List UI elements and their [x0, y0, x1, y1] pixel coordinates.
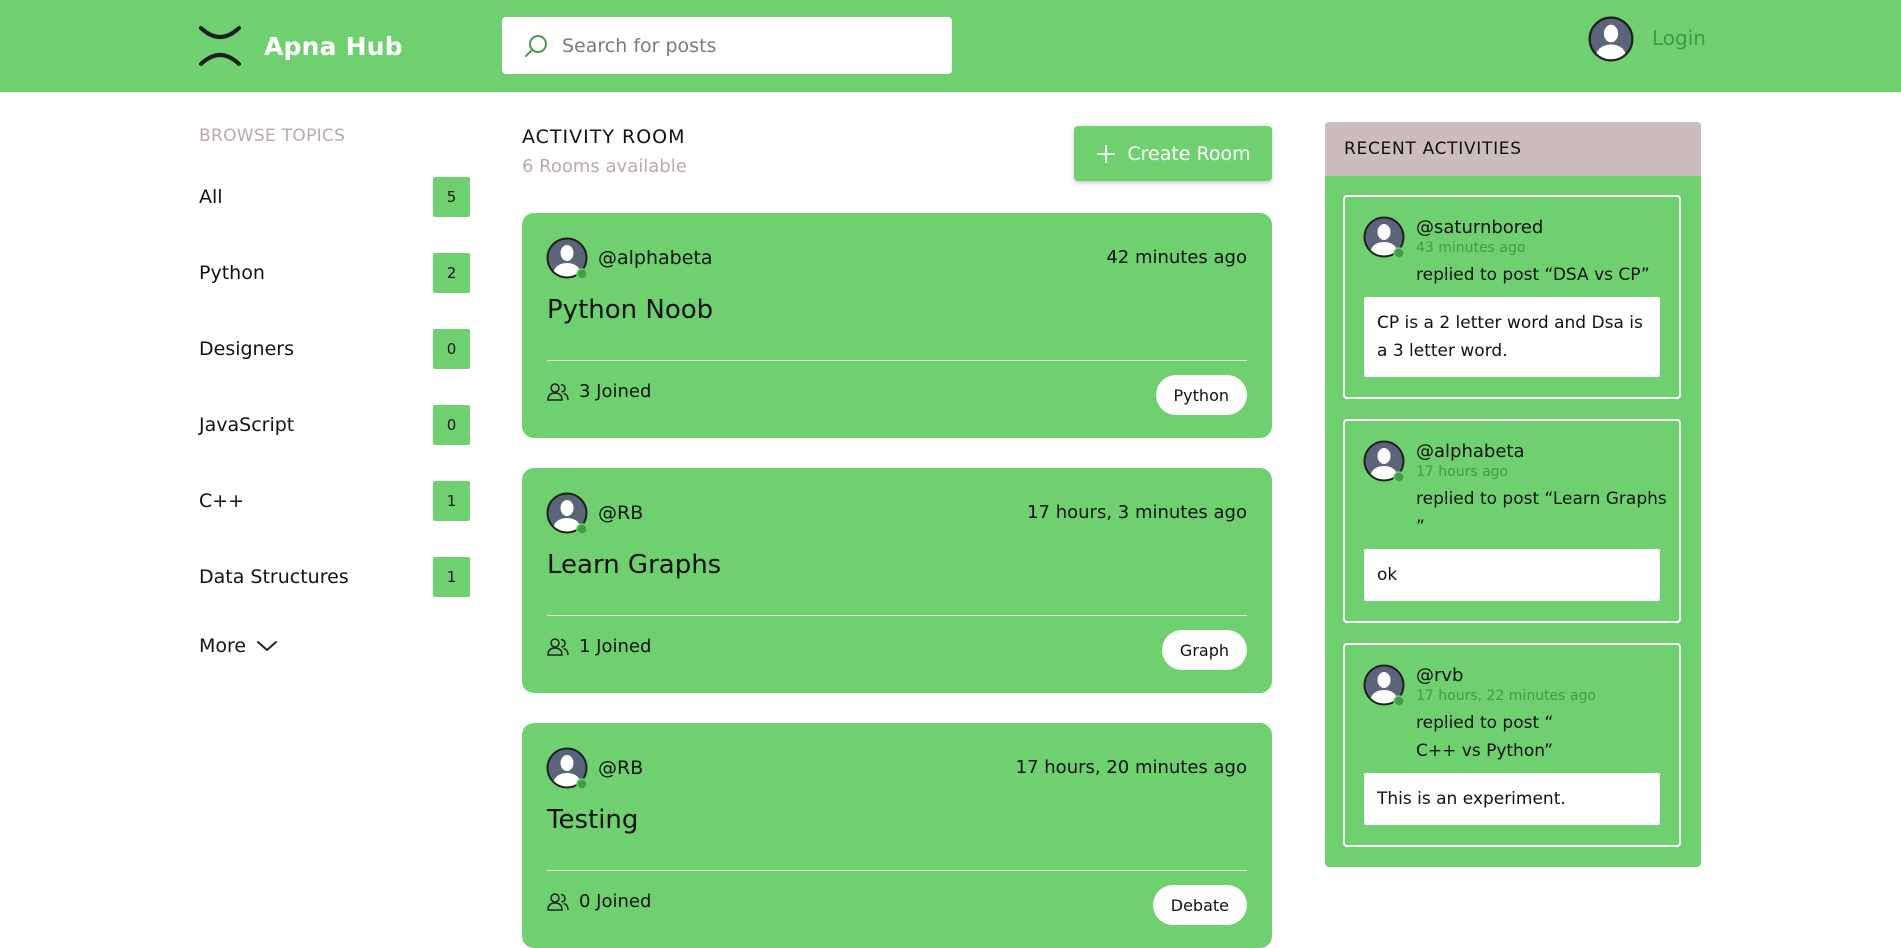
- activity-user-link[interactable]: @rvb: [1416, 665, 1463, 686]
- brand-link[interactable]: Apna Hub: [198, 26, 403, 66]
- room-host-link[interactable]: @RB: [598, 757, 643, 779]
- search-bar[interactable]: [502, 17, 952, 74]
- users-icon: [547, 637, 569, 657]
- room-timestamp: 17 hours, 20 minutes ago: [1015, 757, 1247, 778]
- room-title-link[interactable]: Learn Graphs: [547, 550, 721, 580]
- topic-label: All: [199, 186, 223, 208]
- topic-item-cpp[interactable]: C++ 1: [199, 480, 470, 522]
- more-topics-button[interactable]: More: [199, 635, 278, 657]
- brand-name: Apna Hub: [264, 31, 403, 61]
- search-input[interactable]: [562, 34, 942, 57]
- room-timestamp: 17 hours, 3 minutes ago: [1027, 502, 1247, 523]
- host-avatar-icon[interactable]: [546, 492, 588, 534]
- room-host-link[interactable]: @RB: [598, 502, 643, 524]
- room-joined-count: 1 Joined: [547, 636, 651, 657]
- create-room-label: Create Room: [1127, 142, 1251, 165]
- joined-label: 1 Joined: [579, 636, 652, 657]
- activity-user-link[interactable]: @alphabeta: [1416, 441, 1524, 462]
- divider: [547, 870, 1247, 871]
- activity-timestamp: 43 minutes ago: [1416, 240, 1526, 256]
- recent-activities-panel: RECENT ACTIVITIES @saturnbored 43 minute…: [1325, 122, 1701, 867]
- divider: [547, 615, 1247, 616]
- joined-label: 3 Joined: [579, 381, 652, 402]
- activity-card: @saturnbored 43 minutes ago replied to p…: [1343, 195, 1681, 399]
- more-label: More: [199, 635, 247, 657]
- topic-item-designers[interactable]: Designers 0: [199, 328, 470, 370]
- topic-count-badge: 0: [433, 329, 470, 369]
- room-topic-tag[interactable]: Graph: [1161, 630, 1247, 670]
- activity-user-link[interactable]: @saturnbored: [1416, 217, 1543, 238]
- room-joined-count: 3 Joined: [547, 381, 651, 402]
- plus-icon: [1097, 144, 1116, 163]
- divider: [547, 360, 1247, 361]
- topic-label: C++: [199, 490, 245, 512]
- users-icon: [547, 382, 569, 402]
- x-logo-icon: [199, 26, 241, 66]
- room-card[interactable]: @alphabeta 42 minutes ago Python Noob 3 …: [522, 213, 1272, 438]
- topic-item-javascript[interactable]: JavaScript 0: [199, 404, 470, 446]
- user-avatar-icon[interactable]: [1588, 16, 1634, 62]
- search-icon: [525, 34, 547, 57]
- activity-message: CP is a 2 letter word and Dsa is a 3 let…: [1364, 297, 1660, 377]
- host-avatar-icon[interactable]: [546, 747, 588, 789]
- room-card[interactable]: @RB 17 hours, 20 minutes ago Testing 0 J…: [522, 723, 1272, 948]
- activity-message: ok: [1364, 549, 1660, 601]
- user-avatar-icon[interactable]: [1363, 440, 1405, 482]
- topic-label: JavaScript: [199, 414, 295, 436]
- room-timestamp: 42 minutes ago: [1106, 247, 1247, 268]
- activity-card: @rvb 17 hours, 22 minutes ago replied to…: [1343, 643, 1681, 847]
- room-title-link[interactable]: Testing: [547, 805, 638, 835]
- activity-action: replied to post “ C++ vs Python”: [1416, 713, 1554, 761]
- topic-count-badge: 1: [433, 557, 470, 597]
- host-avatar-icon[interactable]: [546, 237, 588, 279]
- user-avatar-icon[interactable]: [1363, 664, 1405, 706]
- topic-label: Data Structures: [199, 566, 349, 588]
- activity-card: @alphabeta 17 hours ago replied to post …: [1343, 419, 1681, 623]
- create-room-button[interactable]: Create Room: [1074, 126, 1272, 181]
- user-avatar-icon[interactable]: [1363, 216, 1405, 258]
- topics-heading: BROWSE TOPICS: [199, 126, 346, 146]
- login-link[interactable]: Login: [1652, 26, 1706, 50]
- topic-item-data-structures[interactable]: Data Structures 1: [199, 556, 470, 598]
- topic-count-badge: 0: [433, 405, 470, 445]
- activity-message: This is an experiment.: [1364, 773, 1660, 825]
- topic-count-badge: 1: [433, 481, 470, 521]
- topic-label: Designers: [199, 338, 294, 360]
- room-joined-count: 0 Joined: [547, 891, 651, 912]
- activity-action: replied to post “Learn Graphs ”: [1416, 489, 1667, 537]
- topic-item-python[interactable]: Python 2: [199, 252, 470, 294]
- topic-item-all[interactable]: All 5: [199, 176, 470, 218]
- room-card[interactable]: @RB 17 hours, 3 minutes ago Learn Graphs…: [522, 468, 1272, 693]
- chevron-down-icon: [257, 641, 278, 651]
- topic-count-badge: 5: [433, 177, 470, 217]
- feed-title: ACTIVITY ROOM: [522, 126, 686, 148]
- room-topic-tag[interactable]: Python: [1155, 375, 1247, 415]
- users-icon: [547, 892, 569, 912]
- activity-action: replied to post “DSA vs CP”: [1416, 265, 1650, 285]
- activity-timestamp: 17 hours ago: [1416, 464, 1509, 480]
- recent-activities-heading: RECENT ACTIVITIES: [1325, 122, 1701, 176]
- rooms-available-count: 6 Rooms available: [522, 156, 687, 177]
- top-navbar: Apna Hub Login: [0, 0, 1901, 92]
- room-topic-tag[interactable]: Debate: [1152, 885, 1247, 925]
- room-host-link[interactable]: @alphabeta: [598, 247, 713, 269]
- activity-timestamp: 17 hours, 22 minutes ago: [1416, 688, 1596, 704]
- room-title-link[interactable]: Python Noob: [547, 295, 713, 325]
- joined-label: 0 Joined: [579, 891, 652, 912]
- topic-label: Python: [199, 262, 265, 284]
- topic-count-badge: 2: [433, 253, 470, 293]
